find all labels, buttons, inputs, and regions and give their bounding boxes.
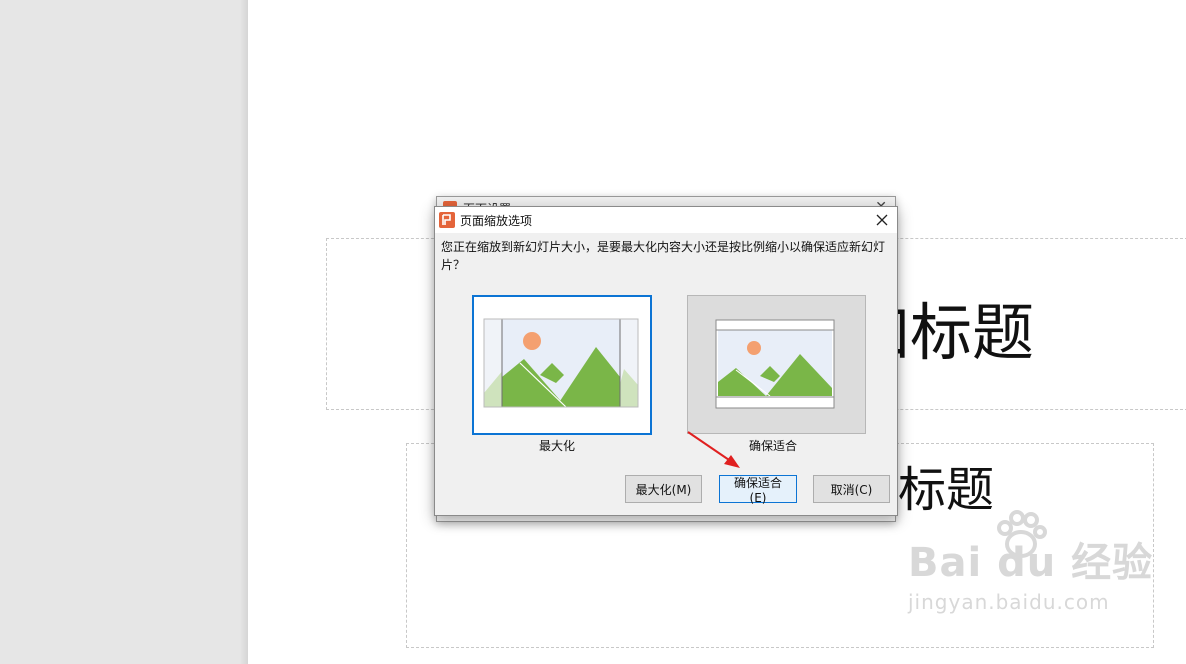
maximize-button[interactable]: 最大化(M) [625, 475, 702, 503]
ensure-fit-button[interactable]: 确保适合(E) [719, 475, 797, 505]
pane-shadow [240, 0, 248, 664]
ensure-fit-option-label: 确保适合 [748, 439, 797, 453]
watermark-url: jingyan.baidu.com [908, 590, 1110, 614]
ensure-fit-preview-icon [688, 296, 865, 433]
dialog-title: 页面缩放选项 [460, 214, 533, 228]
maximize-option[interactable] [472, 295, 652, 435]
close-button[interactable] [867, 207, 897, 233]
ensure-fit-option[interactable] [687, 295, 866, 434]
dialog-message: 您正在缩放到新幻灯片大小，是要最大化内容大小还是按比例缩小以确保适应新幻灯片？ [441, 240, 886, 272]
page-scale-options-dialog: 页面缩放选项 您正在缩放到新幻灯片大小，是要最大化内容大小还是按比例缩小以确保适… [434, 206, 898, 516]
maximize-preview-icon [474, 297, 650, 433]
dialog-titlebar: 页面缩放选项 [435, 207, 897, 233]
maximize-option-label: 最大化 [538, 439, 575, 453]
watermark: Bai du 经验 jingyan.baidu.com [908, 510, 1153, 614]
slide-thumbnail-pane [0, 0, 246, 664]
cancel-button[interactable]: 取消(C) [813, 475, 890, 503]
app-icon [439, 212, 455, 228]
paw-icon [997, 510, 1047, 558]
subtitle-placeholder-text: 标题 [898, 462, 995, 518]
close-icon [876, 214, 888, 226]
